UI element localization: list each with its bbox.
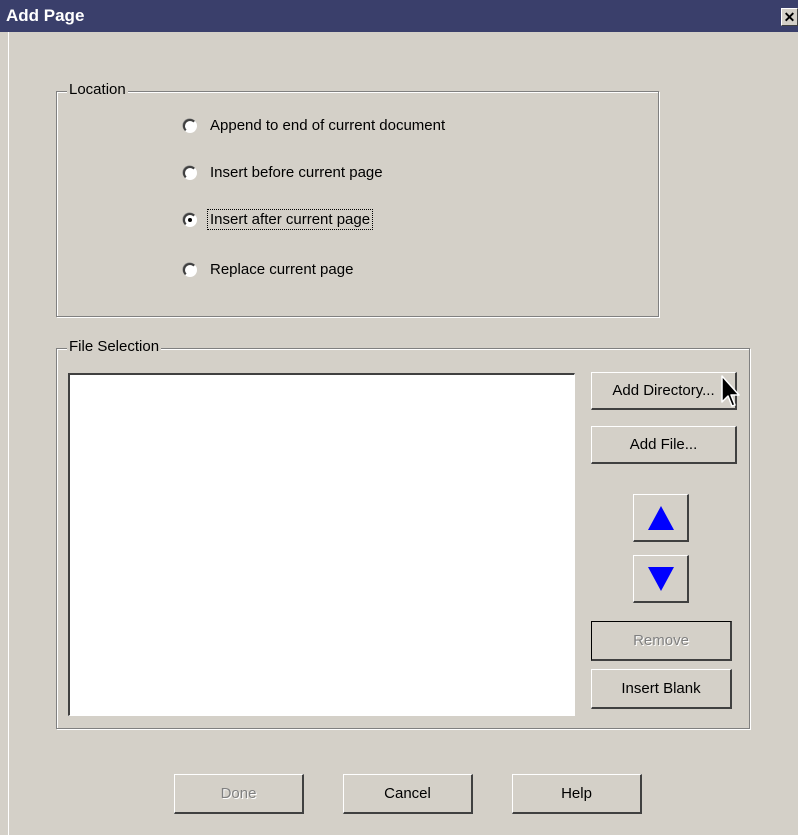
up-arrow-icon (647, 505, 674, 530)
radio-append[interactable]: Append to end of current document (183, 116, 447, 135)
done-label: Done (220, 785, 257, 802)
radio-replace[interactable]: Replace current page (183, 260, 355, 279)
down-arrow-icon (647, 566, 674, 591)
help-label: Help (561, 785, 592, 802)
dialog-edge (8, 32, 9, 835)
location-legend: Location (67, 81, 128, 98)
remove-label: Remove (633, 632, 689, 649)
mouse-cursor-icon (721, 375, 740, 407)
radio-insert-before-button[interactable] (183, 165, 197, 180)
close-icon: ✕ (783, 9, 796, 25)
radio-insert-after-label[interactable]: Insert after current page (206, 209, 374, 230)
move-down-button[interactable] (633, 555, 689, 603)
radio-insert-before[interactable]: Insert before current page (183, 163, 385, 182)
file-selection-legend: File Selection (67, 338, 162, 355)
remove-button[interactable]: Remove (591, 621, 732, 661)
radio-replace-label[interactable]: Replace current page (208, 260, 355, 279)
file-list[interactable] (68, 373, 575, 716)
radio-insert-before-label[interactable]: Insert before current page (208, 163, 385, 182)
title-bar: Add Page ✕ (0, 0, 798, 32)
cancel-button[interactable]: Cancel (343, 774, 473, 814)
done-button[interactable]: Done (174, 774, 304, 814)
radio-append-label[interactable]: Append to end of current document (208, 116, 447, 135)
close-button[interactable]: ✕ (781, 8, 798, 26)
add-directory-label: Add Directory... (612, 382, 715, 399)
help-button[interactable]: Help (512, 774, 642, 814)
move-up-button[interactable] (633, 494, 689, 542)
radio-insert-after[interactable]: Insert after current page (183, 209, 374, 230)
add-file-label: Add File... (629, 436, 698, 453)
window-title: Add Page (6, 6, 85, 25)
insert-blank-button[interactable]: Insert Blank (591, 669, 732, 709)
radio-replace-button[interactable] (183, 262, 197, 277)
radio-insert-after-button[interactable] (183, 212, 197, 227)
cancel-label: Cancel (384, 785, 431, 802)
add-file-button[interactable]: Add File... (591, 426, 737, 464)
radio-append-button[interactable] (183, 118, 197, 133)
add-directory-button[interactable]: Add Directory... (591, 372, 737, 410)
insert-blank-label: Insert Blank (621, 680, 701, 697)
